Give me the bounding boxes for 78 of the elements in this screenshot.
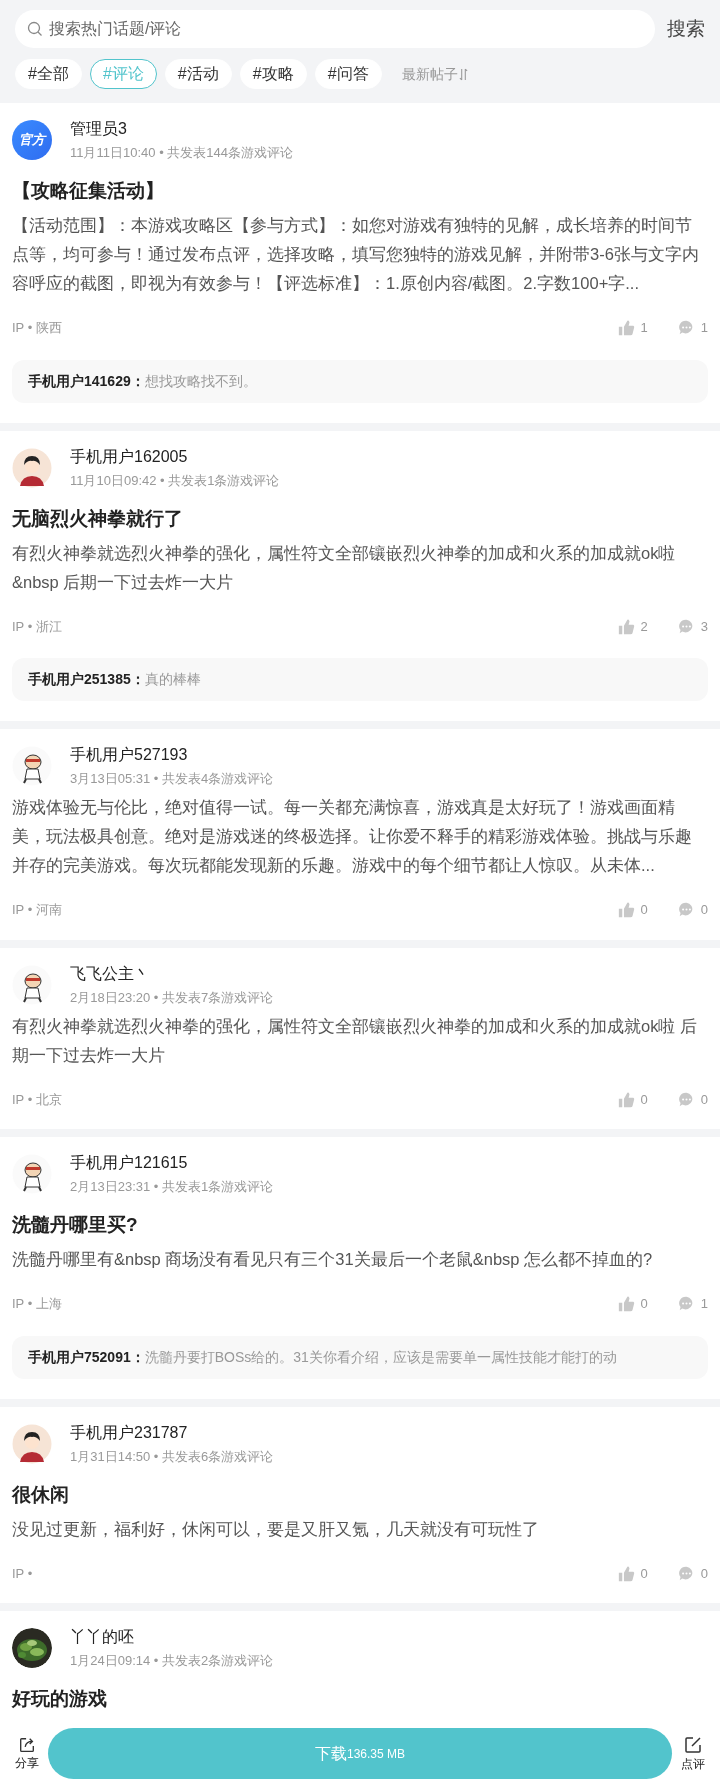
reply-text: 想找攻略找不到。 [144,371,257,391]
avatar-icon [12,447,52,488]
edit-icon [683,1734,703,1755]
ip-location: IP • 上海 [12,1295,62,1313]
comment-icon [677,1295,695,1313]
share-icon [18,1735,36,1754]
thumbs-up-icon [617,901,635,919]
ip-location: IP • 浙江 [12,617,62,636]
post-meta: 2月13日23:31 • 共发表1条游戏评论 [70,1179,274,1195]
post-title: 无脑烈火神拳就行了 [12,506,184,531]
post-title: 洗髓丹哪里买? [12,1213,139,1237]
thumbs-up-icon [617,319,635,337]
post-title: 很休闲 [12,1482,70,1507]
ip-location: IP • 北京 [12,1090,62,1109]
sort-icon [458,67,468,81]
post-meta: 3月13日05:31 • 共发表4条游戏评论 [70,771,274,787]
topic-tag[interactable]: #活动 [164,59,232,89]
ip-location: IP • [12,1564,33,1583]
user-name[interactable]: 手机用户121615 [70,1153,274,1173]
comment-count: 3 [700,617,708,636]
comment-icon [677,319,695,337]
post-body: 洗髓丹哪里有&nbsp 商场没有看见只有三个31关最后一个老鼠&nbsp 怎么都不掉血的? [12,1249,654,1270]
reply-user: 手机用户752091： [28,1347,145,1367]
user-name[interactable]: 飞飞公主丶 [70,963,274,984]
ip-location: IP • 河南 [12,901,62,919]
reply-preview[interactable]: 手机用户752091：洗髓丹要打BOSs给的。31关你看介绍，应该是需要单一属性技能才能打的动 [12,1335,708,1379]
like-count: 1 [640,319,648,337]
like-count: 0 [640,1564,648,1583]
comment-icon [677,1564,695,1582]
search-field[interactable]: 搜索热门话题/评论 [15,10,655,48]
thumbs-up-icon [617,1090,635,1108]
topic-tag[interactable]: #攻略 [239,59,307,89]
thumbs-up-icon [617,1295,635,1313]
review-button[interactable]: 点评 [678,1734,708,1773]
post-title: 【攻略征集活动】 [12,179,165,203]
topic-tag[interactable]: #全部 [15,59,82,89]
post-body: 【活动范围】：本游戏攻略区【参与方式】：如您对游戏有独特的见解，成长培养的时间节点等，均可参与！通过发布点评，选择攻略，填写您独特的游戏见解，并附带3-6张与文字内容呼应的截图，即视为有效参与！【评选标准】：1.原创内容/截图。2.字数100+字... [12,215,700,294]
reply-user: 手机用户251385： [28,670,145,689]
search-button[interactable]: 搜索 [667,14,705,44]
official-avatar: 官方 [12,120,52,160]
user-name[interactable]: 手机用户527193 [70,745,274,765]
share-button[interactable]: 分享 [12,1735,42,1772]
user-name[interactable]: 管理员3 [70,119,293,139]
comment-count: 1 [700,1295,708,1313]
comment-icon [677,617,695,635]
post-meta: 11月10日09:42 • 共发表1条游戏评论 [70,472,280,489]
reply-user: 手机用户141629： [28,371,145,391]
comment-count: 0 [700,1090,708,1109]
like-count: 0 [640,1295,648,1313]
thumbs-up-icon [617,617,635,635]
reply-preview[interactable]: 手机用户251385：真的棒棒 [12,658,708,701]
reply-text: 洗髓丹要打BOSs给的。31关你看介绍，应该是需要单一属性技能才能打的动 [144,1347,617,1367]
reply-preview[interactable]: 手机用户141629：想找攻略找不到。 [12,359,708,403]
user-name[interactable]: 丫丫的呸 [70,1627,274,1647]
post-meta: 2月18日23:20 • 共发表7条游戏评论 [70,989,274,1006]
like-count: 0 [640,901,648,919]
user-name[interactable]: 手机用户162005 [70,446,280,467]
post-meta: 11月11日10:40 • 共发表144条游戏评论 [70,145,293,161]
thumbs-up-icon [617,1564,635,1582]
post-body: 没见过更新，福利好，休闲可以，要是又肝又氪，几天就没有可玩性了 [12,1518,540,1540]
post-title: 好玩的游戏 [12,1687,108,1711]
user-name[interactable]: 手机用户231787 [70,1422,274,1443]
like-count: 0 [640,1090,648,1109]
avatar-icon [12,1423,52,1464]
post-body: 游戏体验无与伦比，绝对值得一试。每一关都充满惊喜，游戏真是太好玩了！游戏画面精美，玩法极具创意。绝对是游戏迷的终极选择。让你爱不释手的精彩游戏体验。挑战与乐趣并存的完美游戏。每次玩都能发现新的乐趣。游戏中的每个细节都让人惊叹。从未体... [12,797,693,876]
post-meta: 1月24日09:14 • 共发表2条游戏评论 [70,1653,274,1669]
like-count: 2 [640,617,648,636]
topic-tag[interactable]: #问答 [314,59,382,89]
comment-count: 0 [700,1564,708,1583]
comment-count: 0 [700,901,708,919]
comment-count: 1 [700,319,708,337]
comment-icon [677,1090,695,1108]
post-body: 有烈火神拳就选烈火神拳的强化，属性符文全部镶嵌烈火神拳的加成和火系的加成就ok啦 后期一下过去炸一大片 [12,1015,698,1066]
ip-location: IP • 陕西 [12,319,62,337]
comment-icon [677,901,695,919]
post-meta: 1月31日14:50 • 共发表6条游戏评论 [70,1448,274,1465]
post-body: 有烈火神拳就选烈火神拳的强化，属性符文全部镶嵌烈火神拳的加成和火系的加成就ok啦&nbsp 后期一下过去炸一大片 [12,542,677,593]
reply-text: 真的棒棒 [144,670,201,689]
